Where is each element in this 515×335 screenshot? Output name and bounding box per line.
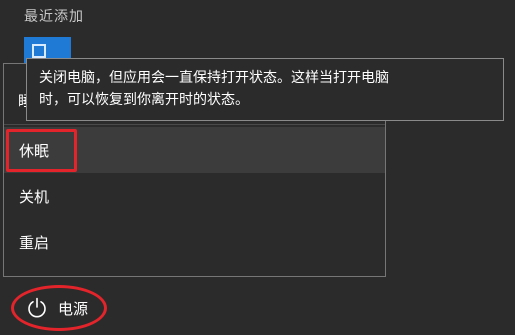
tooltip-line-1: 关闭电脑，但应用会一直保持打开状态。这样当打开电脑 <box>39 70 389 86</box>
app-icon <box>32 44 46 58</box>
tooltip-line-2: 时，可以恢复到你离开时的状态。 <box>39 92 249 108</box>
recent-header: 最近添加 <box>24 9 84 25</box>
hibernate-tooltip: 关闭电脑，但应用会一直保持打开状态。这样当打开电脑 时，可以恢复到你离开时的状态… <box>26 58 504 121</box>
menu-item-shutdown[interactable]: 关机 <box>4 173 385 219</box>
power-button[interactable]: 电源 <box>12 288 88 328</box>
power-icon <box>28 297 46 318</box>
start-menu: 最近添加 睡 休眠 关机 重启 关闭电脑，但应用会一直保持打开状态。这样当打开电… <box>0 0 515 335</box>
menu-item-hibernate[interactable]: 休眠 <box>4 127 385 173</box>
menu-item-restart[interactable]: 重启 <box>4 219 385 265</box>
power-label: 电源 <box>58 299 89 318</box>
menu-divider <box>4 124 385 125</box>
